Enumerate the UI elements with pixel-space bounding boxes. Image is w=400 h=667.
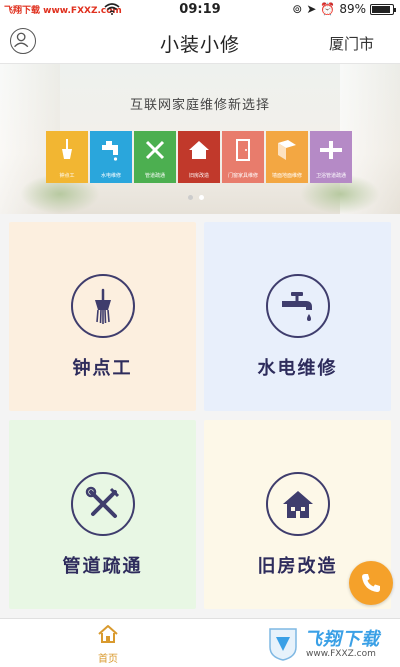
tab-home-label: 首页 xyxy=(98,654,118,665)
banner-tile-renovation: 旧房改造 xyxy=(178,131,220,183)
watermark-logo-icon xyxy=(269,628,297,661)
rotation-lock-icon: ⊚ xyxy=(292,2,303,16)
service-icon-circle xyxy=(266,472,330,536)
status-bar: 飞翔下载 www.FXXZ.com 09:19 ⊚ ➤ ⏰ 89% xyxy=(0,0,400,20)
service-card-plumbing[interactable]: 水电维修 xyxy=(204,222,391,411)
banner-tiles: 钟点工 水电维修 管道疏通 旧房改造 门窗家具维修 墙面地面维修 卫浴管道疏通 xyxy=(46,131,352,183)
service-label: 钟点工 xyxy=(72,358,133,379)
banner-tile-bathroom: 卫浴管道疏通 xyxy=(310,131,352,183)
banner-tile-doors: 门窗家具维修 xyxy=(222,131,264,183)
banner-slogan: 互联网家庭维修新选择 xyxy=(129,98,270,113)
tab-home[interactable]: 首页 xyxy=(88,623,128,665)
banner-tile-label: 管道疏通 xyxy=(144,173,165,179)
faucet-icon xyxy=(102,141,118,161)
watermark-url: www.FXXZ.com xyxy=(306,649,376,659)
service-icon-circle xyxy=(71,274,135,338)
pipe-icon xyxy=(320,141,342,159)
banner-tile-walls: 墙面地面维修 xyxy=(266,131,308,183)
battery-icon xyxy=(370,3,396,15)
banner-tile-label: 钟点工 xyxy=(59,173,75,179)
home-icon xyxy=(98,625,118,643)
tab-bar: 首页 飞翔下载 www.FXXZ.com xyxy=(0,618,400,667)
service-label: 水电维修 xyxy=(257,358,338,379)
banner-tile-label: 水电维修 xyxy=(100,173,121,179)
service-card-cleaning[interactable]: 钟点工 xyxy=(9,222,196,411)
banner-tile-label: 卫浴管道疏通 xyxy=(315,173,346,179)
battery-percent: 89% xyxy=(339,2,366,16)
banner-tile-cleaning: 钟点工 xyxy=(46,131,88,183)
carousel-dot[interactable] xyxy=(188,195,193,200)
door-icon xyxy=(236,139,250,161)
tools-icon xyxy=(145,140,165,160)
service-icon-circle xyxy=(266,274,330,338)
banner-tile-plumbing: 水电维修 xyxy=(90,131,132,183)
service-icon-circle xyxy=(71,472,135,536)
faucet-icon xyxy=(282,292,312,321)
banner-tile-label: 旧房改造 xyxy=(188,173,209,179)
carousel-dots xyxy=(188,195,204,200)
banner-tile-label: 门窗家具维修 xyxy=(227,173,258,179)
promo-banner[interactable]: 互联网家庭维修新选择 钟点工 水电维修 管道疏通 旧房改造 门窗家具维修 墙面地… xyxy=(0,64,400,214)
tools-icon xyxy=(85,486,120,518)
location-icon: ➤ xyxy=(306,2,317,16)
broom-icon xyxy=(95,288,111,324)
service-label: 管道疏通 xyxy=(62,556,143,577)
watermark: 飞翔下载 www.FXXZ.com xyxy=(266,623,394,663)
status-right: ⊚ ➤ ⏰ 89% xyxy=(292,2,396,16)
house-icon xyxy=(283,491,313,518)
broom-icon xyxy=(62,139,72,159)
house-icon xyxy=(189,141,209,159)
phone-icon xyxy=(362,574,380,592)
service-card-pipes[interactable]: 管道疏通 xyxy=(9,420,196,609)
alarm-icon: ⏰ xyxy=(320,2,336,16)
call-button[interactable] xyxy=(349,561,393,605)
watermark-brand: 飞翔下载 xyxy=(304,629,380,650)
app-screen: 飞翔下载 www.FXXZ.com 09:19 ⊚ ➤ ⏰ 89% 小装小修 厦… xyxy=(0,0,400,667)
banner-tile-pipes: 管道疏通 xyxy=(134,131,176,183)
banner-tile-label: 墙面地面维修 xyxy=(271,173,302,179)
nav-bar: 小装小修 厦门市 xyxy=(0,20,400,64)
wall-icon xyxy=(278,140,296,160)
city-selector[interactable]: 厦门市 xyxy=(329,33,374,54)
service-grid: 钟点工 水电维修 管道疏通 旧房改造 xyxy=(0,214,400,618)
carousel-dot-active[interactable] xyxy=(199,195,204,200)
